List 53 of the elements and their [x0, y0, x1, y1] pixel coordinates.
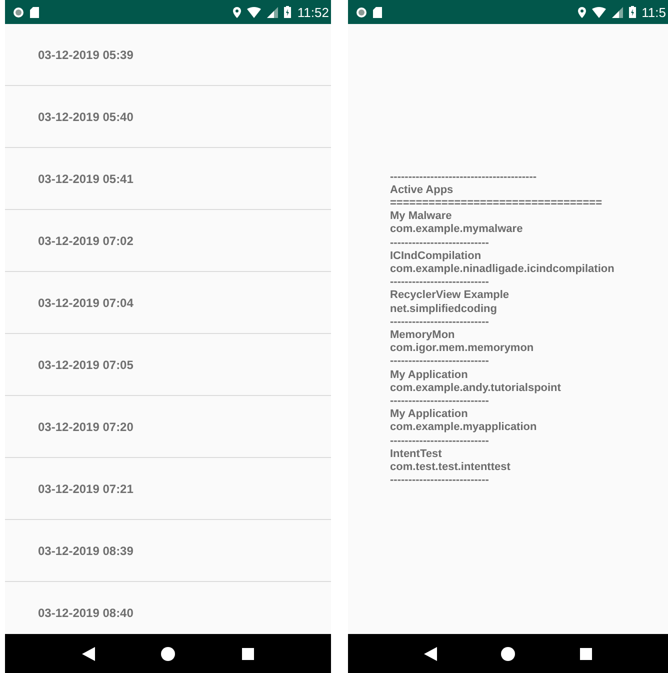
record-icon	[13, 6, 24, 18]
list-item[interactable]: 03-12-2019 05:41	[5, 148, 331, 210]
text-line: My Application	[390, 408, 469, 422]
text-line: My Application	[390, 368, 469, 382]
text-line: com.example.mymalware	[390, 223, 524, 237]
battery-icon	[284, 6, 292, 18]
list-item[interactable]: 03-12-2019 05:40	[5, 86, 331, 148]
clock-time: 11:5	[642, 4, 666, 20]
location-icon	[578, 6, 586, 18]
list-item[interactable]: 03-12-2019 07:21	[5, 458, 331, 520]
text-line: My Malware	[390, 210, 453, 224]
text-line: com.example.ninadligade.icindcompilation	[390, 262, 616, 276]
wifi-icon	[247, 6, 262, 18]
text-line: com.example.andy.tutorialspoint	[390, 382, 562, 396]
text-line: ICIndCompilation	[390, 250, 482, 263]
text-line: com.igor.mem.memorymon	[390, 342, 535, 356]
sd-card-icon	[373, 6, 382, 18]
location-icon	[233, 6, 242, 18]
signal-icon	[267, 6, 278, 18]
record-icon	[356, 6, 367, 18]
text-line: ---------------------------	[390, 316, 490, 329]
home-icon[interactable]	[501, 646, 516, 660]
list-item[interactable]: 03-12-2019 08:39	[5, 520, 331, 582]
text-line: ---------------------------	[390, 276, 490, 290]
text-line: MemoryMon	[390, 329, 456, 342]
text-line: com.test.test.intenttest	[390, 461, 512, 474]
back-icon[interactable]	[82, 646, 96, 660]
list-item[interactable]: 03-12-2019 07:04	[5, 272, 331, 334]
text-line: net.simplifiedcoding	[390, 302, 498, 316]
text-line: ---------------------------	[390, 395, 490, 408]
list-item[interactable]: 03-12-2019 07:02	[5, 210, 331, 272]
text-line: IntentTest	[390, 448, 443, 462]
text-line: ---------------------------	[390, 474, 490, 488]
battery-icon	[628, 6, 636, 18]
text-line: com.example.myapplication	[390, 421, 538, 435]
home-icon[interactable]	[161, 646, 176, 660]
clock-time: 11:52	[297, 4, 329, 20]
text-line: ---------------------------	[390, 434, 490, 448]
text-line: ---------------------------	[390, 355, 490, 369]
text-line: ---------------------------	[390, 236, 490, 250]
text-line: =================================	[390, 196, 603, 210]
text-line: Active Apps	[390, 184, 454, 197]
recents-icon[interactable]	[242, 648, 254, 660]
wifi-icon	[592, 6, 606, 18]
text-line: ----------------------------------------	[390, 170, 538, 184]
list-item[interactable]: 03-12-2019 05:39	[5, 24, 331, 86]
sd-card-icon	[30, 6, 39, 18]
recents-icon[interactable]	[580, 648, 592, 660]
text-line: RecyclerView Example	[390, 289, 510, 303]
signal-icon	[612, 6, 623, 18]
back-icon[interactable]	[424, 646, 438, 660]
list-item[interactable]: 03-12-2019 07:05	[5, 334, 331, 396]
list-item[interactable]: 03-12-2019 07:20	[5, 396, 331, 458]
